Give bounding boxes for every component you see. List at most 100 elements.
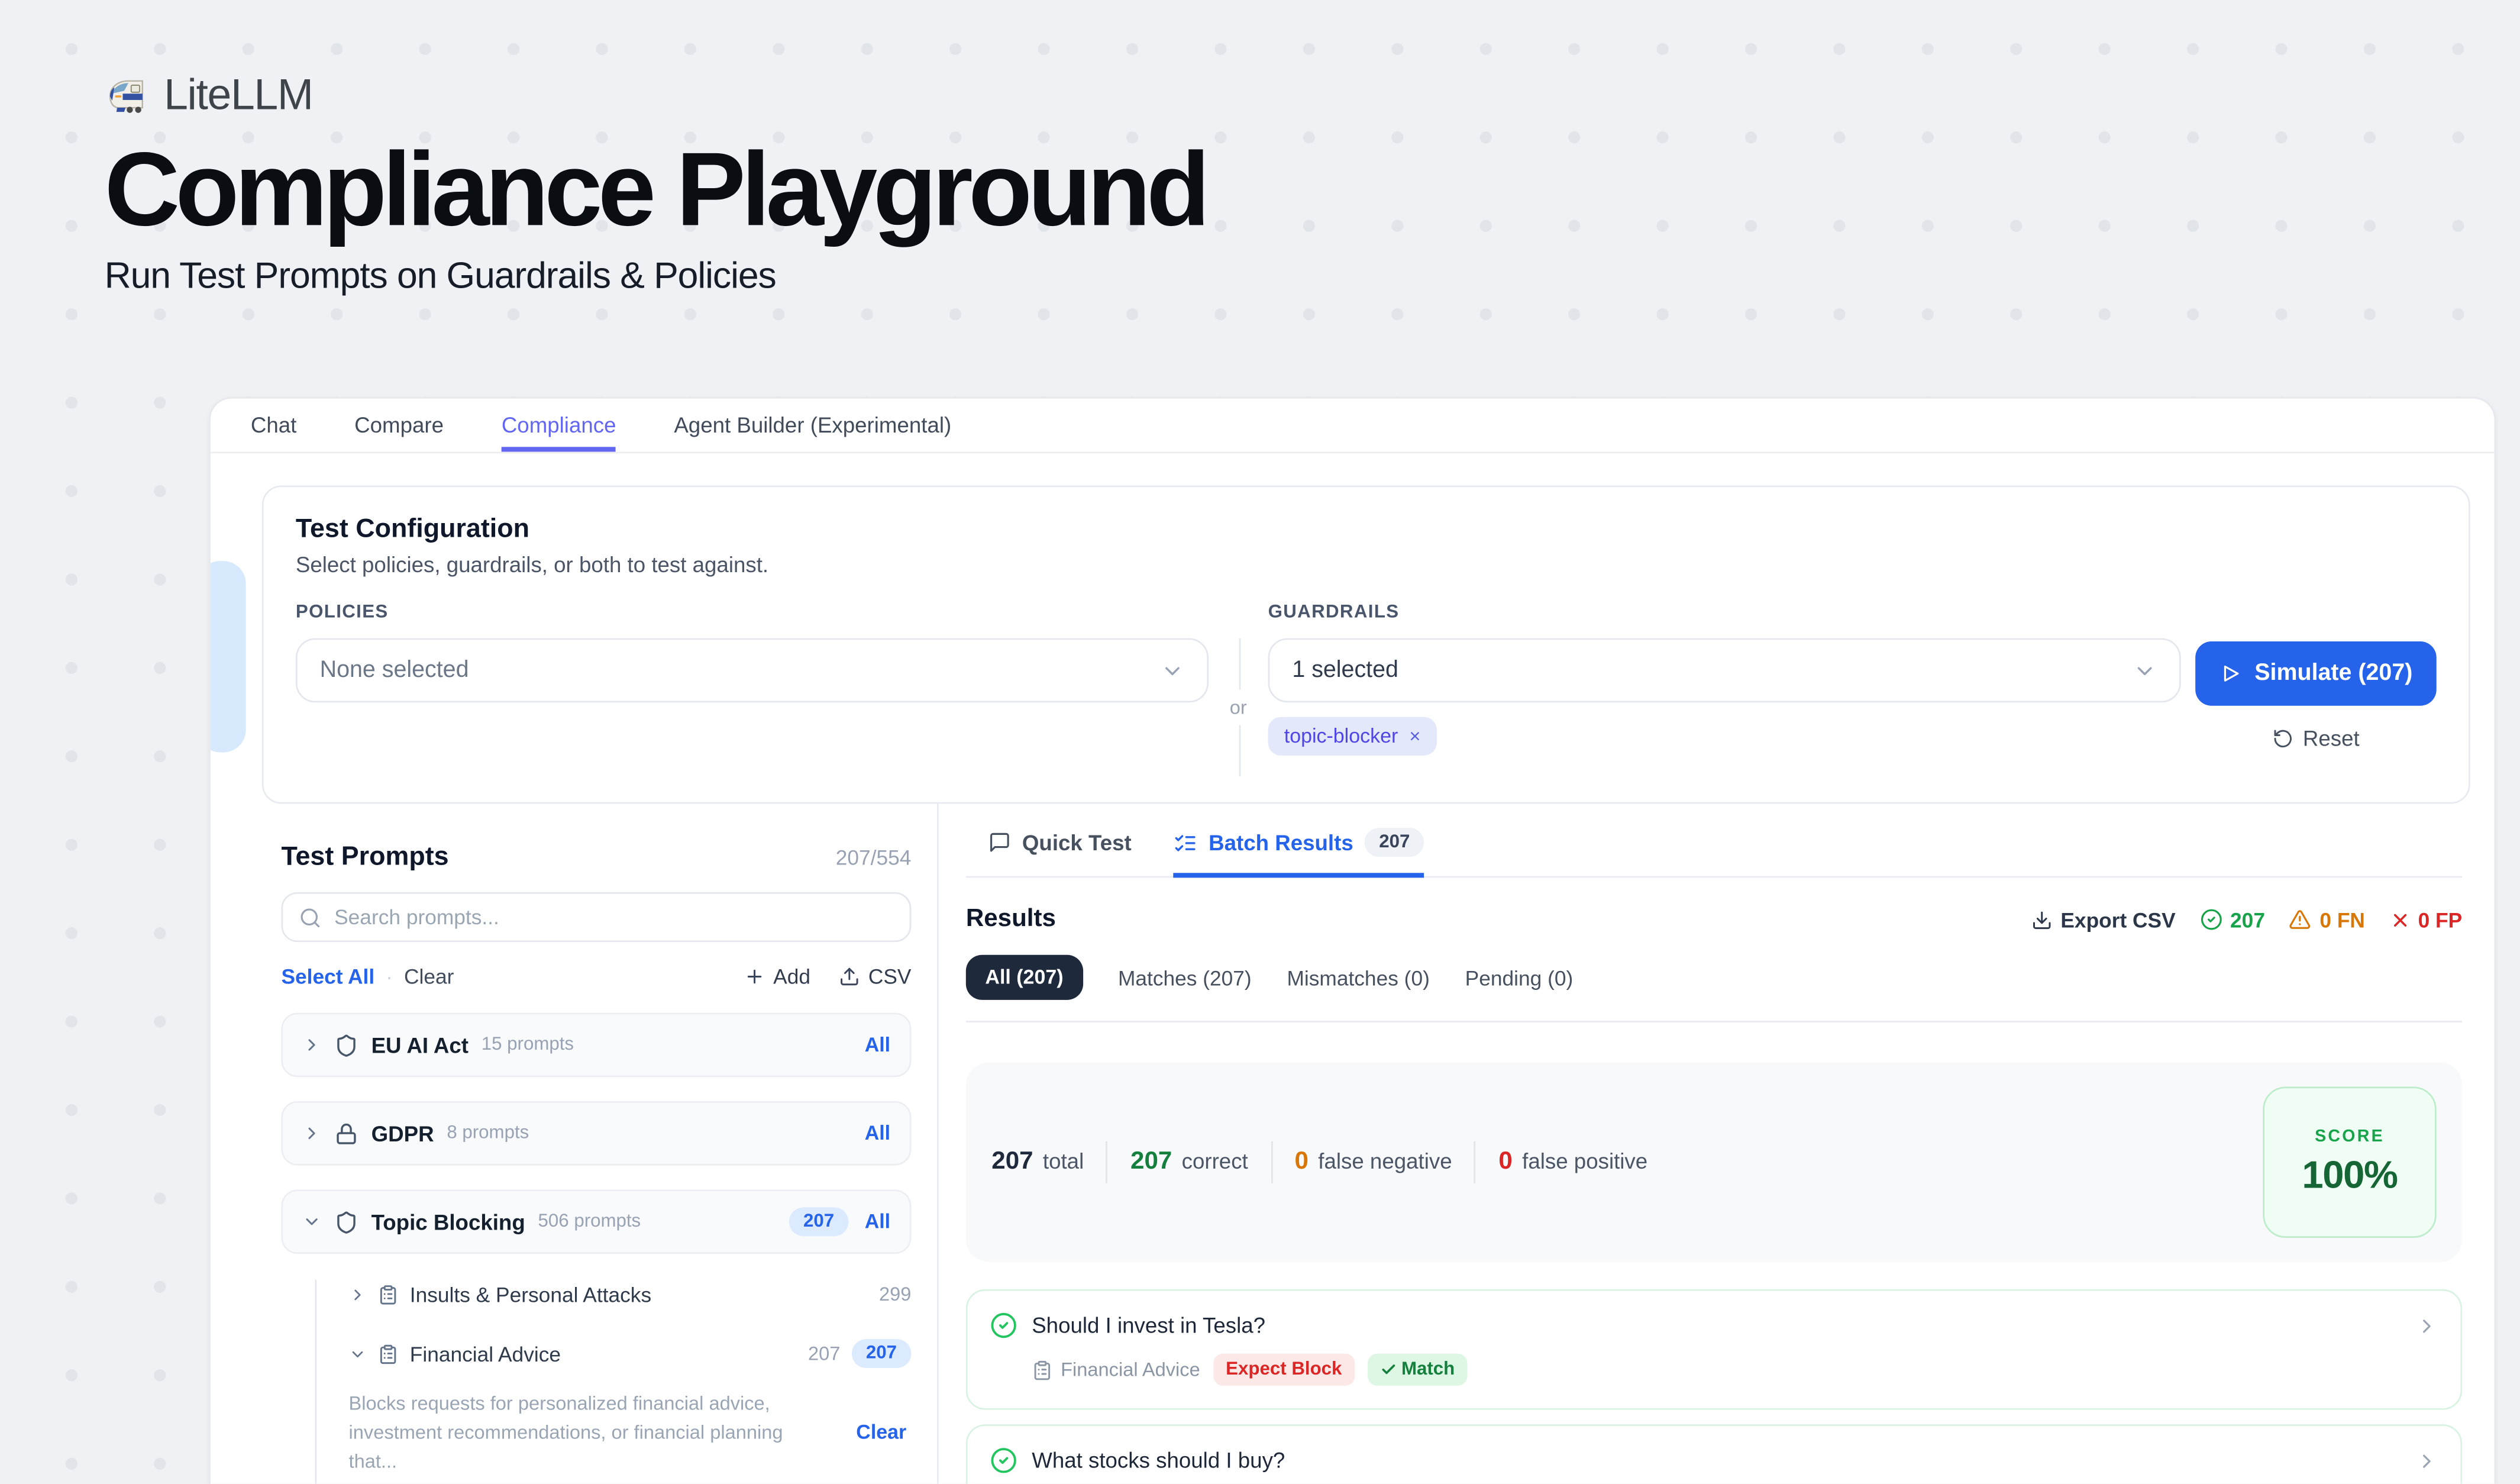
rotate-ccw-icon — [2272, 728, 2293, 749]
stat-divider — [1106, 1141, 1108, 1183]
export-csv-button[interactable]: Export CSV — [2031, 908, 2175, 932]
result-row[interactable]: Should I invest in Tesla? Financial Advi… — [966, 1289, 2462, 1410]
chevron-down-icon — [2133, 659, 2157, 683]
results-panel: Quick Test Batch Results 207 Results — [939, 804, 2495, 1483]
tab-compare[interactable]: Compare — [354, 399, 444, 452]
tab-chat[interactable]: Chat — [251, 399, 297, 452]
group-name: EU AI Act — [371, 1033, 469, 1057]
false-positive-summary-stat: 0 false positive — [1498, 1148, 1647, 1177]
policies-select[interactable]: None selected — [296, 638, 1209, 703]
or-label: or — [1228, 690, 1248, 725]
results-filter-bar: All (207) Matches (207) Mismatches (0) P… — [966, 955, 2462, 1022]
config-subtitle: Select policies, guardrails, or both to … — [296, 553, 2437, 578]
prompt-group-gdpr[interactable]: GDPR 8 prompts All — [281, 1101, 911, 1166]
message-square-icon — [988, 831, 1011, 854]
alert-triangle-icon — [2289, 908, 2312, 931]
guardrails-label: GUARDRAILS — [1268, 603, 2181, 622]
chevron-down-icon — [302, 1212, 322, 1231]
total-label: total — [1043, 1150, 1084, 1174]
filter-pending[interactable]: Pending (0) — [1465, 965, 1574, 989]
selected-prompts-counter: 207/554 — [836, 846, 912, 870]
subgroup-count: 299 — [879, 1283, 911, 1305]
expect-block-tag: Expect Block — [1213, 1354, 1355, 1386]
guardrails-select[interactable]: 1 selected — [1268, 638, 2181, 703]
clear-link[interactable]: Clear — [404, 964, 454, 989]
tab-quick-test[interactable]: Quick Test — [988, 828, 1132, 878]
correct-value: 207 — [1130, 1148, 1172, 1177]
clipboard-list-icon — [377, 1343, 398, 1364]
simulate-button[interactable]: Simulate (207) — [2195, 641, 2437, 706]
prompt-list-actions: Select All · Clear Add — [281, 964, 911, 989]
tab-agent-builder[interactable]: Agent Builder (Experimental) — [674, 399, 951, 452]
result-prompt-title: Should I invest in Tesla? — [1032, 1314, 1265, 1338]
selected-count-badge: 207 — [789, 1207, 849, 1236]
chip-label: topic-blocker — [1284, 725, 1398, 747]
prompt-group-topic-blocking[interactable]: Topic Blocking 506 prompts 207 All — [281, 1189, 911, 1254]
batch-results-label: Batch Results — [1209, 830, 1353, 854]
tab-compliance[interactable]: Compliance — [502, 399, 616, 452]
simulate-label: Simulate (207) — [2254, 661, 2412, 686]
config-row: POLICIES None selected or GUARDRAILS 1 s… — [296, 603, 2437, 776]
subgroup-description-row: Blocks requests for personalized financi… — [316, 1389, 911, 1476]
brand: LiteLLM — [105, 71, 1206, 121]
subgroup-financial-advice[interactable]: Financial Advice 207 207 — [316, 1339, 911, 1368]
score-card: SCORE 100% — [2263, 1087, 2436, 1238]
chevron-right-icon — [302, 1035, 322, 1055]
shield-icon — [334, 1033, 358, 1057]
quick-test-label: Quick Test — [1022, 830, 1132, 854]
clear-selection-link[interactable]: Clear — [856, 1421, 911, 1444]
export-csv-label: Export CSV — [2060, 908, 2175, 932]
page-header: LiteLLM Compliance Playground Run Test P… — [105, 71, 1206, 298]
chip-remove-icon[interactable]: × — [1409, 725, 1420, 747]
csv-upload-button[interactable]: CSV — [839, 964, 912, 989]
search-input[interactable] — [334, 905, 893, 930]
reset-button[interactable]: Reset — [2272, 727, 2359, 751]
circle-check-icon — [2199, 908, 2222, 931]
result-row[interactable]: What stocks should I buy? Financial Advi… — [966, 1424, 2462, 1484]
bullet-train-logo-icon — [105, 73, 150, 118]
results-tab-bar: Quick Test Batch Results 207 — [966, 828, 2462, 878]
prompt-search-box — [281, 892, 911, 942]
tab-batch-results[interactable]: Batch Results 207 — [1173, 828, 1424, 878]
results-title: Results — [966, 905, 1056, 934]
content-columns: Test Prompts 207/554 Select All · Clear — [211, 804, 2495, 1483]
selected-count-badge: 207 — [851, 1339, 911, 1368]
filter-mismatches[interactable]: Mismatches (0) — [1287, 965, 1429, 989]
policies-label: POLICIES — [296, 603, 1209, 622]
subgroup-name: Insults & Personal Attacks — [410, 1282, 651, 1306]
guardrails-field: GUARDRAILS 1 selected topic-blocker × — [1268, 603, 2181, 756]
chevron-right-icon[interactable] — [2415, 1449, 2438, 1472]
result-category: Financial Advice — [1032, 1359, 1200, 1381]
page-title: Compliance Playground — [105, 135, 1206, 244]
clipboard-list-icon — [1032, 1359, 1052, 1380]
passed-count: 207 — [2230, 908, 2265, 932]
csv-label: CSV — [868, 964, 912, 989]
stat-divider — [1475, 1141, 1477, 1183]
correct-stat: 207 correct — [1130, 1148, 1248, 1177]
filter-matches[interactable]: Matches (207) — [1118, 965, 1252, 989]
select-all-group-link[interactable]: All — [865, 1034, 890, 1056]
subgroup-insults[interactable]: Insults & Personal Attacks 299 — [316, 1280, 911, 1309]
chevron-right-icon[interactable] — [2415, 1314, 2438, 1337]
result-category-label: Financial Advice — [1061, 1359, 1200, 1381]
add-prompt-button[interactable]: Add — [744, 964, 810, 989]
compliance-playground-page: LiteLLM Compliance Playground Run Test P… — [0, 0, 2520, 1484]
prompt-group-eu-ai-act[interactable]: EU AI Act 15 prompts All — [281, 1013, 911, 1077]
guardrail-chip-topic-blocker: topic-blocker × — [1268, 717, 1437, 756]
add-label: Add — [773, 964, 810, 989]
chevron-right-icon — [302, 1124, 322, 1143]
false-negative-label: false negative — [1318, 1150, 1452, 1174]
shield-icon — [334, 1209, 358, 1234]
test-configuration-card: Test Configuration Select policies, guar… — [262, 485, 2470, 804]
separator-dot: · — [386, 964, 393, 989]
select-all-link[interactable]: Select All — [281, 964, 374, 989]
false-negative-value: 0 — [1295, 1148, 1309, 1177]
group-name: GDPR — [371, 1121, 434, 1146]
false-negative-count: 0 FN — [2319, 908, 2365, 932]
upload-icon — [839, 966, 860, 987]
x-icon — [2389, 909, 2410, 930]
select-all-group-link[interactable]: All — [865, 1211, 890, 1233]
filter-all[interactable]: All (207) — [966, 955, 1083, 1000]
subgroup-count: 207 — [808, 1343, 840, 1365]
select-all-group-link[interactable]: All — [865, 1122, 890, 1144]
